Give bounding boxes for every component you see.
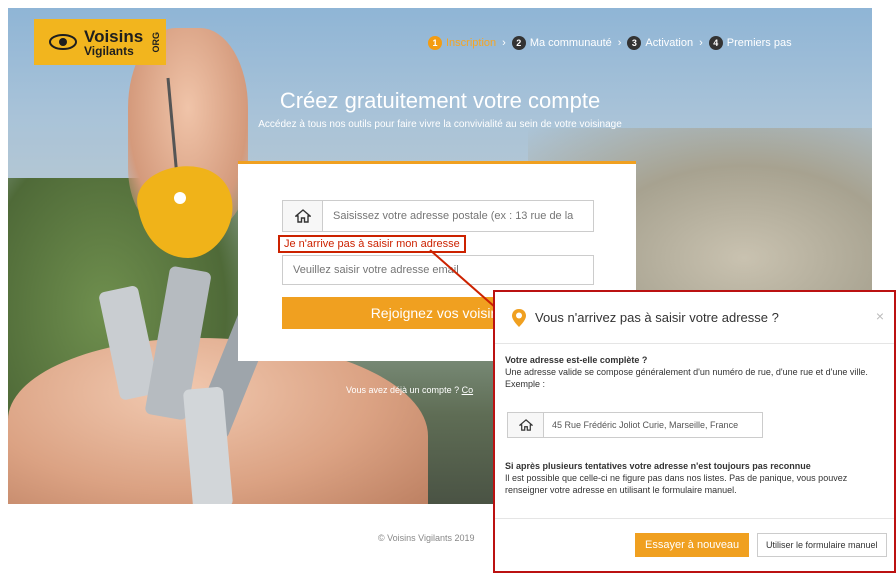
chevron-right-icon: › — [502, 37, 506, 49]
step-number: 2 — [511, 36, 526, 50]
example-address-field: 45 Rue Frédéric Joliot Curie, Marseille,… — [507, 412, 763, 438]
step-premiers-pas: 4 Premiers pas — [708, 36, 792, 50]
step-number: 1 — [428, 36, 442, 50]
retry-button[interactable]: Essayer à nouveau — [635, 533, 750, 557]
chevron-right-icon: › — [699, 37, 703, 49]
close-icon[interactable]: × — [876, 308, 884, 324]
signup-steps: 1 Inscription › 2 Ma communauté › 3 Acti… — [428, 36, 792, 50]
step-label: Premiers pas — [726, 37, 792, 49]
brand-org: ORG — [151, 31, 162, 53]
modal-body-completeness: Votre adresse est-elle complète ? Une ad… — [505, 354, 885, 390]
address-field[interactable] — [282, 200, 594, 232]
example-address-value: 45 Rue Frédéric Joliot Curie, Marseille,… — [552, 420, 739, 430]
step-inscription: 1 Inscription — [428, 36, 496, 50]
modal-header: Vous n'arrivez pas à saisir votre adress… — [495, 292, 894, 344]
modal-body-not-recognized: Si après plusieurs tentatives votre adre… — [505, 460, 889, 496]
location-pin-icon — [512, 308, 526, 327]
page-title: Créez gratuitement votre compte — [279, 88, 601, 113]
brand-name-line1: Voisins — [84, 26, 144, 46]
step-number: 4 — [708, 36, 723, 50]
step-label: Activation — [645, 37, 694, 49]
logo[interactable]: Voisins Vigilants ORG — [34, 19, 166, 65]
not-recognized-heading: Si après plusieurs tentatives votre adre… — [505, 461, 811, 471]
not-recognized-text: Il est possible que celle-ci ne figure p… — [505, 473, 848, 495]
example-label: Exemple : — [505, 379, 546, 389]
address-input[interactable] — [323, 201, 593, 231]
eye-logo-icon — [49, 34, 77, 50]
page-subtitle: Accédez à tous nos outils pour faire viv… — [258, 119, 622, 130]
email-input[interactable] — [282, 255, 594, 285]
step-label: Ma communauté — [529, 37, 612, 49]
modal-title: Vous n'arrivez pas à saisir votre adress… — [535, 310, 779, 325]
home-icon — [283, 201, 323, 231]
login-link[interactable]: Co — [462, 385, 474, 395]
step-ma-communaute: 2 Ma communauté — [511, 36, 612, 50]
cannot-enter-address-link[interactable]: Je n'arrive pas à saisir mon adresse — [278, 235, 466, 253]
completeness-heading: Votre adresse est-elle complète ? — [505, 355, 648, 365]
already-account: Vous avez déjà un compte ? Co — [346, 385, 473, 395]
step-activation: 3 Activation — [627, 36, 693, 50]
brand-name-line2: Vigilants — [84, 43, 134, 58]
completeness-text: Une adresse valide se compose généraleme… — [505, 367, 868, 377]
chevron-right-icon: › — [617, 37, 622, 49]
step-number: 3 — [627, 36, 642, 50]
manual-form-button[interactable]: Utiliser le formulaire manuel — [757, 533, 887, 557]
home-icon — [508, 413, 544, 437]
address-help-modal: Vous n'arrivez pas à saisir votre adress… — [493, 290, 896, 573]
step-label: Inscription — [446, 37, 497, 49]
page: Voisins Vigilants ORG 1 Inscription › 2 … — [0, 0, 896, 573]
copyright: © Voisins Vigilants 2019 — [378, 533, 475, 543]
brand-name: Voisins Vigilants — [84, 28, 143, 57]
already-account-text: Vous avez déjà un compte ? — [346, 385, 460, 395]
modal-footer: Essayer à nouveau Utiliser le formulaire… — [495, 518, 894, 573]
